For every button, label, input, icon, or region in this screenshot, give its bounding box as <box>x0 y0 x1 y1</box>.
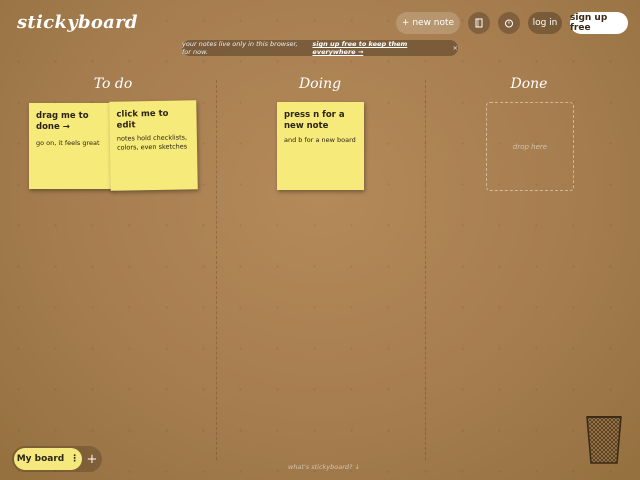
trash-icon[interactable] <box>586 416 622 464</box>
note-body: and b for a new board <box>284 136 356 145</box>
drop-zone[interactable]: drop here <box>486 102 574 191</box>
column-title-doing: Doing <box>298 76 342 92</box>
app-logo: stickyboard <box>17 12 138 33</box>
top-toolbar: + new note log in sign up free <box>396 12 628 34</box>
column-title-todo: To do <box>93 76 133 92</box>
note-body: notes hold checklists, colors, even sket… <box>116 133 188 152</box>
board-name: My board <box>16 454 65 464</box>
notice-text: your notes live only in this browser, fo… <box>182 40 298 56</box>
note-body: go on, it feels great <box>36 139 100 148</box>
timer-icon[interactable] <box>498 12 520 34</box>
whats-link[interactable]: what's stickyboard? ↓ <box>288 463 360 471</box>
new-note-button[interactable]: + new note <box>396 12 460 34</box>
note-title: click me to edit <box>116 108 169 131</box>
signup-button[interactable]: sign up free <box>570 12 628 34</box>
column-divider <box>425 80 426 460</box>
more-icon[interactable]: ⋮ <box>70 454 79 464</box>
notice-signup-link[interactable]: sign up free to keep them everywhere → <box>312 40 442 56</box>
column-divider <box>216 80 217 460</box>
sticky-note[interactable]: drag me to done → go on, it feels great <box>29 103 114 189</box>
login-button[interactable]: log in <box>528 12 562 34</box>
current-board-button[interactable]: My board ⋮ <box>14 448 82 470</box>
sticky-note[interactable]: click me to edit notes hold checklists, … <box>109 100 198 191</box>
close-icon[interactable]: × <box>453 44 458 52</box>
sticky-note[interactable]: press n for a new note and b for a new b… <box>277 102 364 190</box>
note-title: drag me to done → <box>36 111 89 133</box>
note-title: press n for a new note <box>284 110 345 132</box>
book-icon[interactable] <box>468 12 490 34</box>
add-board-button[interactable]: + <box>84 449 100 469</box>
column-title-done: Done <box>510 76 548 92</box>
storage-notice: your notes live only in this browser, fo… <box>182 40 458 56</box>
board-texture <box>0 0 640 480</box>
